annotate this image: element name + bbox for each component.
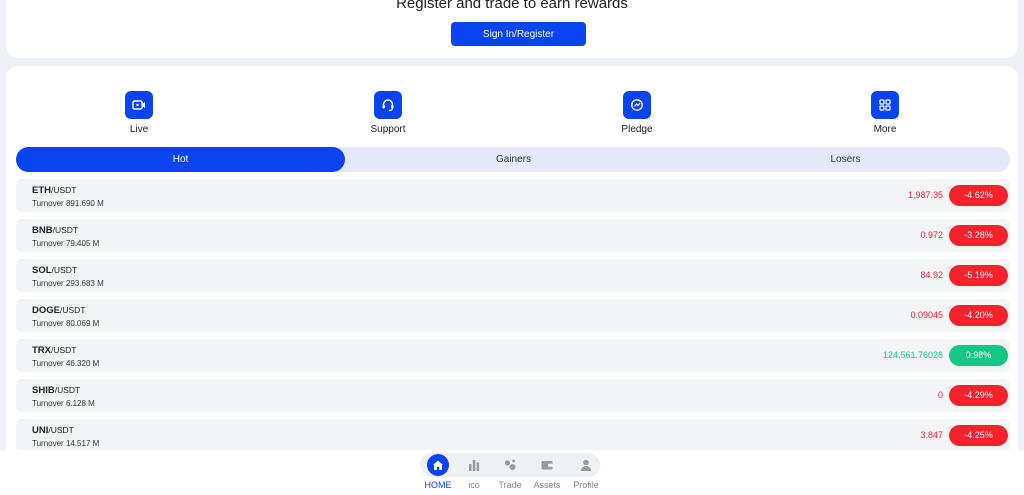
change-badge: -4.29% [949, 385, 1008, 406]
banner-title: Register and trade to earn rewards [396, 0, 628, 12]
turnover-value: Turnover 14.517 M [32, 439, 100, 448]
price-value: 0 [937, 390, 943, 400]
tab-losers[interactable]: Losers [681, 147, 1010, 172]
pair-name: UNI/USDT [32, 425, 74, 436]
pair-name: TRX/USDT [32, 345, 77, 356]
market-card: Live Support Pledge More Hot Gainers Los… [6, 66, 1018, 466]
nav-profile[interactable]: Profile [565, 454, 607, 490]
market-tabs: Hot Gainers Losers [16, 147, 1010, 172]
pair-name: SOL/USDT [32, 265, 78, 276]
table-row[interactable]: BNB/USDT Turnover 79.405 M 0.972 -3.28% [16, 219, 1010, 252]
change-badge: -5.19% [949, 265, 1008, 286]
change-badge: -4.62% [949, 185, 1008, 206]
change-badge: 0.98% [949, 345, 1008, 366]
tab-hot[interactable]: Hot [16, 147, 345, 172]
quick-action-more[interactable]: More [845, 91, 925, 135]
quick-action-label: Support [370, 124, 406, 135]
price-value: 124,561.76026 [882, 350, 943, 360]
price-value: 0.09045 [910, 310, 943, 320]
price-value: 0.972 [920, 230, 943, 240]
video-icon [125, 91, 153, 119]
pair-name: BNB/USDT [32, 225, 79, 236]
quick-action-live[interactable]: Live [99, 91, 179, 135]
signin-register-button[interactable]: Sign In/Register [451, 22, 586, 46]
change-badge: -4.25% [949, 425, 1008, 446]
nav-trade[interactable]: Trade [489, 454, 531, 490]
pair-name: ETH/USDT [32, 185, 77, 196]
pair-name: SHIB/USDT [32, 385, 81, 396]
pledge-icon [623, 91, 651, 119]
nav-label: Assets [533, 480, 561, 490]
register-banner: Register and trade to earn rewards Sign … [6, 0, 1018, 58]
quick-action-pledge[interactable]: Pledge [597, 91, 677, 135]
headset-icon [374, 91, 402, 119]
quick-action-label: More [873, 124, 897, 135]
nav-label: Trade [498, 480, 522, 490]
price-value: 84.92 [920, 270, 943, 280]
table-row[interactable]: TRX/USDT Turnover 46.320 M 124,561.76026… [16, 339, 1010, 372]
turnover-value: Turnover 46.320 M [32, 359, 100, 368]
quick-action-label: Live [129, 124, 149, 135]
quick-action-support[interactable]: Support [348, 91, 428, 135]
price-value: 3.847 [920, 430, 943, 440]
nav-label: Profile [573, 480, 599, 490]
market-list: ETH/USDT Turnover 891.690 M 1,987.35 -4.… [16, 179, 1010, 459]
user-icon [575, 454, 597, 476]
table-row[interactable]: SOL/USDT Turnover 293.683 M 84.92 -5.19% [16, 259, 1010, 292]
tab-gainers[interactable]: Gainers [349, 147, 678, 172]
turnover-value: Turnover 293.683 M [32, 279, 104, 288]
price-value: 1,987.35 [907, 190, 943, 200]
turnover-value: Turnover 6.128 M [32, 399, 95, 408]
turnover-value: Turnover 80.069 M [32, 319, 100, 328]
bar-chart-icon [463, 454, 485, 476]
table-row[interactable]: SHIB/USDT Turnover 6.128 M 0 -4.29% [16, 379, 1010, 412]
table-row[interactable]: ETH/USDT Turnover 891.690 M 1,987.35 -4.… [16, 179, 1010, 212]
grid-icon [871, 91, 899, 119]
table-row[interactable]: UNI/USDT Turnover 14.517 M 3.847 -4.25% [16, 419, 1010, 452]
turnover-value: Turnover 79.405 M [32, 239, 100, 248]
change-badge: -4.20% [949, 305, 1008, 326]
wallet-icon [536, 454, 558, 476]
bottom-nav: HOME ico Trade Assets Profile [0, 450, 1024, 495]
nav-assets[interactable]: Assets [526, 454, 568, 490]
table-row[interactable]: DOGE/USDT Turnover 80.069 M 0.09045 -4.2… [16, 299, 1010, 332]
pair-name: DOGE/USDT [32, 305, 86, 316]
trade-icon [499, 454, 521, 476]
home-icon [427, 454, 449, 476]
turnover-value: Turnover 891.690 M [32, 199, 104, 208]
quick-action-label: Pledge [621, 124, 653, 135]
change-badge: -3.28% [949, 225, 1008, 246]
